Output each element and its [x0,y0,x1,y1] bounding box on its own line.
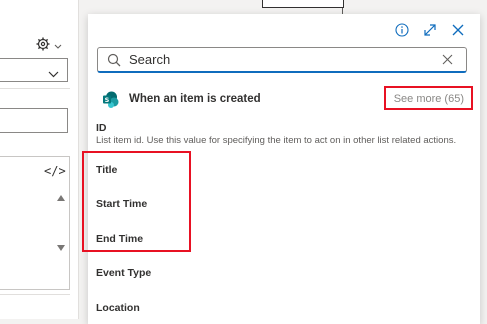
chevron-down-icon [54,37,62,55]
token-end-time[interactable]: End Time [96,233,143,245]
close-icon[interactable] [450,22,466,38]
sharepoint-icon: S [102,91,119,108]
settings-button[interactable] [36,37,64,56]
text-input[interactable] [0,108,68,133]
token-event-type[interactable]: Event Type [96,267,151,279]
divider [0,88,70,89]
code-icon[interactable]: </> [44,164,66,178]
info-icon[interactable] [394,22,410,38]
token-id[interactable]: ID [96,122,107,134]
gear-icon [36,37,50,56]
flow-card-fragment [262,0,344,8]
svg-text:S: S [105,96,110,104]
panel-header-actions [394,22,466,38]
trigger-title: When an item is created [129,93,261,105]
clear-icon[interactable] [440,53,454,67]
expand-icon[interactable] [422,22,438,38]
dynamic-content-panel: S When an item is created See more (65) … [88,14,480,324]
divider [0,294,70,295]
token-start-time[interactable]: Start Time [96,198,147,210]
token-id-description: List item id. Use this value for specify… [96,135,457,146]
see-more-link[interactable]: See more (65) [394,93,464,105]
scroll-up-arrow[interactable] [57,195,65,201]
scroll-down-arrow[interactable] [57,245,65,251]
dropdown-select[interactable] [0,58,68,82]
token-title[interactable]: Title [96,164,117,176]
trigger-header[interactable]: S When an item is created [102,89,261,109]
search-input[interactable] [123,52,440,67]
search-box [97,47,467,73]
token-location[interactable]: Location [96,302,140,314]
chevron-down-icon [48,65,59,83]
search-icon [107,52,123,68]
